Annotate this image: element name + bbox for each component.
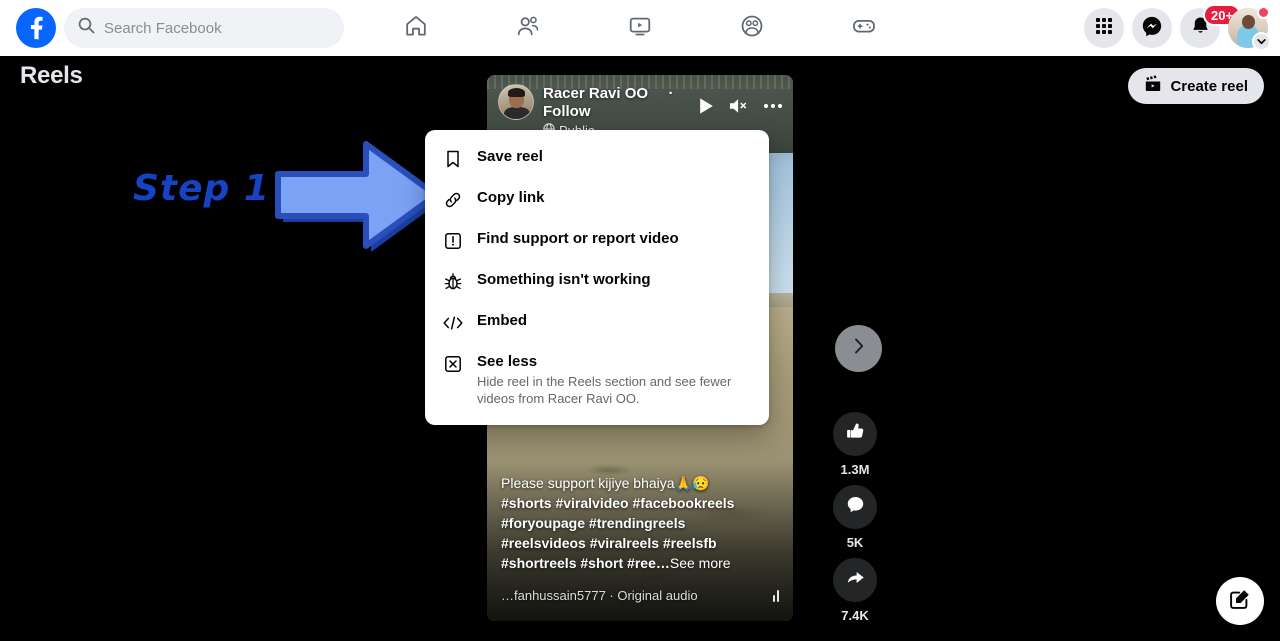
caption-line-1: Please support kijiye bhaiya🙏😥 <box>501 475 710 491</box>
share-action[interactable]: 7.4K <box>833 558 877 623</box>
notifications-button[interactable]: 20+ <box>1180 4 1242 48</box>
hide-icon <box>441 352 465 376</box>
facebook-logo-icon[interactable] <box>16 8 56 48</box>
ellipsis-icon[interactable] <box>763 103 783 109</box>
like-action[interactable]: 1.3M <box>833 412 877 477</box>
reel-author-name[interactable]: Racer Ravi OO <box>543 85 648 102</box>
thumbs-up-icon <box>845 421 866 447</box>
reel-audio-attribution[interactable]: …fanhussain5777 · Original audio <box>501 588 779 603</box>
share-button[interactable] <box>833 558 877 602</box>
nav-tab-gaming[interactable] <box>808 4 920 52</box>
menu-item-body: See less Hide reel in the Reels section … <box>477 351 739 407</box>
grid-icon <box>1094 16 1114 41</box>
friends-icon <box>515 13 541 44</box>
chevron-right-icon <box>850 337 868 360</box>
clapperboard-icon <box>1144 75 1162 97</box>
reel-author-avatar[interactable] <box>498 84 534 120</box>
menu-item-body: Embed <box>477 310 527 331</box>
play-icon[interactable] <box>698 97 715 115</box>
caption-line-4: #reelsvideos #viralreels #reelsfb <box>501 535 717 551</box>
comment-icon <box>845 494 866 520</box>
menu-item-body: Copy link <box>477 187 545 208</box>
nav-tab-friends[interactable] <box>472 4 584 52</box>
groups-icon <box>739 13 765 44</box>
like-button[interactable] <box>833 412 877 456</box>
share-count: 7.4K <box>841 608 869 623</box>
bookmark-icon <box>441 147 465 171</box>
menu-item-see-less[interactable]: See less Hide reel in the Reels section … <box>433 343 761 415</box>
nav-tab-groups[interactable] <box>696 4 808 52</box>
header-nav-tabs <box>360 4 920 52</box>
search-placeholder: Search Facebook <box>104 19 222 37</box>
bug-icon <box>441 270 465 294</box>
step-annotation-label: Step 1 <box>133 168 270 209</box>
menu-item-body: Find support or report video <box>477 228 679 249</box>
menu-item-find-support-or-report-video[interactable]: Find support or report video <box>433 220 761 261</box>
right-arrow-annotation-icon <box>268 128 443 268</box>
header-right-group: 20+ <box>1084 0 1271 56</box>
reel-options-menu: Save reel Copy link Find support or repo… <box>425 130 769 425</box>
account-status-dot <box>1257 6 1270 19</box>
menu-item-label: Save reel <box>477 148 543 165</box>
reels-page: Search Facebook 20+ Reels Create reel Ra… <box>0 0 1280 641</box>
comment-button[interactable] <box>833 485 877 529</box>
reel-audio-label: …fanhussain5777 · Original audio <box>501 588 698 603</box>
header-left-group: Search Facebook <box>0 8 344 48</box>
code-icon <box>441 311 465 335</box>
reel-caption: Please support kijiye bhaiya🙏😥 #shorts #… <box>501 473 773 573</box>
caption-line-5: #shortreels #short #ree… <box>501 555 670 571</box>
comment-action[interactable]: 5K <box>833 485 877 550</box>
compose-button[interactable] <box>1216 577 1264 625</box>
menu-grid-button[interactable] <box>1084 8 1124 48</box>
equalizer-icon <box>773 589 779 602</box>
menu-item-copy-link[interactable]: Copy link <box>433 179 761 220</box>
menu-item-embed[interactable]: Embed <box>433 302 761 343</box>
menu-item-something-isnt-working[interactable]: Something isn't working <box>433 261 761 302</box>
messenger-button[interactable] <box>1132 8 1172 48</box>
menu-item-label: Copy link <box>477 189 545 206</box>
search-icon <box>78 17 95 39</box>
menu-item-body: Something isn't working <box>477 269 651 290</box>
menu-item-label: Something isn't working <box>477 271 651 288</box>
chevron-down-icon[interactable] <box>1252 32 1271 51</box>
nav-tab-watch[interactable] <box>584 4 696 52</box>
speaker-muted-icon[interactable] <box>728 97 750 115</box>
menu-item-description: Hide reel in the Reels section and see f… <box>477 374 732 406</box>
nav-tab-home[interactable] <box>360 4 472 52</box>
like-count: 1.3M <box>840 462 870 477</box>
search-input[interactable]: Search Facebook <box>64 8 344 48</box>
top-navigation-bar: Search Facebook 20+ <box>0 0 1280 56</box>
gaming-icon <box>851 13 877 44</box>
home-icon <box>403 13 429 44</box>
caption-line-3: #foryoupage #trendingreels <box>501 515 686 531</box>
create-reel-label: Create reel <box>1170 77 1248 95</box>
link-icon <box>441 188 465 212</box>
next-reel-button[interactable] <box>835 325 882 372</box>
menu-item-label: Embed <box>477 312 528 329</box>
create-reel-button[interactable]: Create reel <box>1128 68 1264 104</box>
report-icon <box>441 229 465 253</box>
menu-item-save-reel[interactable]: Save reel <box>433 138 761 179</box>
comment-count: 5K <box>846 535 864 550</box>
account-avatar[interactable] <box>1228 6 1271 51</box>
see-more-link[interactable]: See more <box>670 555 731 571</box>
share-icon <box>845 567 866 593</box>
compose-icon <box>1228 587 1252 616</box>
menu-item-label: Find support or report video <box>477 230 679 247</box>
video-icon <box>627 13 653 44</box>
messenger-icon <box>1141 15 1163 42</box>
caption-line-2: #shorts #viralvideo #facebookreels <box>501 495 735 511</box>
reel-video-controls <box>698 84 783 115</box>
menu-item-body: Save reel <box>477 146 543 167</box>
page-title: Reels <box>20 62 83 89</box>
menu-item-label: See less <box>477 353 538 370</box>
